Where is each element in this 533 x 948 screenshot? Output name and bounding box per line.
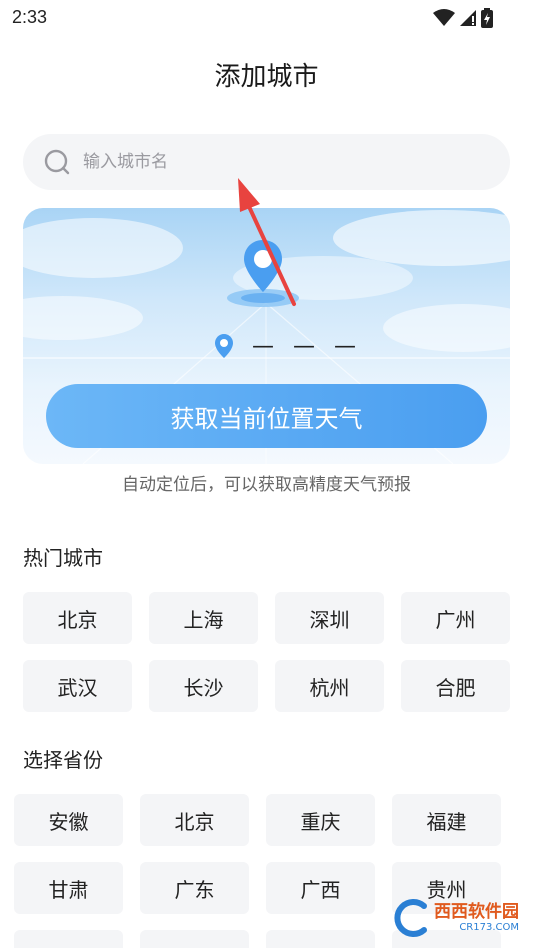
province-chip[interactable]: 福建	[392, 794, 501, 846]
status-time: 2:33	[12, 7, 48, 27]
province-chip[interactable]: 北京	[140, 794, 249, 846]
province-chip-partial[interactable]	[266, 930, 375, 948]
page-title: 添加城市	[214, 62, 319, 92]
province-chip[interactable]: 广西	[266, 862, 375, 914]
location-pin-icon	[215, 334, 233, 358]
watermark-text: 西西软件园	[434, 902, 519, 922]
current-city-text: — — —	[252, 333, 362, 359]
wifi-icon	[433, 9, 455, 26]
province-chip[interactable]: 甘肃	[14, 862, 123, 914]
province-chip-partial[interactable]	[140, 930, 249, 948]
hot-city-chip[interactable]: 长沙	[149, 660, 258, 712]
province-chip[interactable]: 重庆	[266, 794, 375, 846]
hot-city-chip[interactable]: 深圳	[275, 592, 384, 644]
signal-icon	[460, 10, 476, 26]
hot-city-chip[interactable]: 武汉	[23, 660, 132, 712]
province-chip[interactable]: 广东	[140, 862, 249, 914]
hot-city-chip[interactable]: 杭州	[275, 660, 384, 712]
hot-city-chip[interactable]: 北京	[23, 592, 132, 644]
location-hint-text: 自动定位后，可以获取高精度天气预报	[122, 475, 411, 495]
watermark-c-icon	[394, 899, 427, 937]
status-icons	[433, 8, 493, 28]
current-location-row: — — —	[214, 333, 362, 359]
hot-cities-title: 热门城市	[23, 546, 103, 570]
provinces-title: 选择省份	[23, 748, 103, 772]
search-icon	[44, 149, 70, 175]
annotation-arrow-icon	[238, 178, 296, 306]
province-chip-partial[interactable]	[14, 930, 123, 948]
province-chip[interactable]: 安徽	[14, 794, 123, 846]
hot-city-chip[interactable]: 广州	[401, 592, 510, 644]
hot-city-chip[interactable]: 合肥	[401, 660, 510, 712]
watermark-logo: 西西软件园 CR173.COM	[392, 898, 519, 938]
hot-city-chip[interactable]: 上海	[149, 592, 258, 644]
status-bar: 2:33	[0, 0, 533, 36]
battery-icon	[481, 8, 493, 28]
get-current-location-weather-button[interactable]: 获取当前位置天气	[46, 384, 487, 448]
watermark-subtext: CR173.COM	[459, 922, 519, 933]
